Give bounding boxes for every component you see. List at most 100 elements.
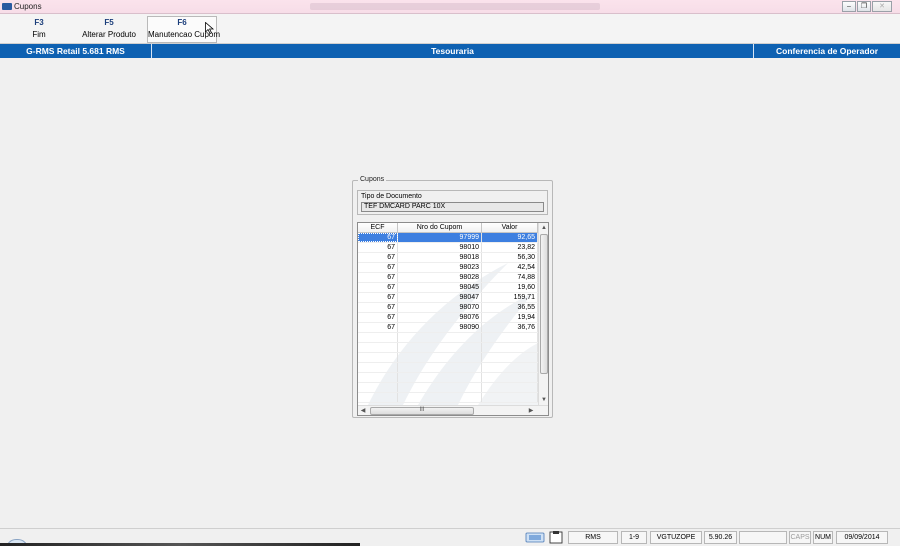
cell-nro-cupom <box>398 343 482 352</box>
table-row[interactable]: 67 97999 92,65 <box>358 233 538 243</box>
cell-nro-cupom <box>398 363 482 372</box>
table-row[interactable]: 67 98023 42,54 <box>358 263 538 273</box>
cell-ecf: 67 <box>358 283 398 292</box>
table-row-empty[interactable] <box>358 383 538 393</box>
module-header-bar: G-RMS Retail 5.681 RMS Tesouraria Confer… <box>0 44 900 58</box>
column-header-valor[interactable]: Valor <box>482 223 538 232</box>
cell-ecf: 67 <box>358 313 398 322</box>
fkey-key: F5 <box>104 18 114 27</box>
cell-valor: 36,76 <box>482 323 538 332</box>
cell-valor: 19,60 <box>482 283 538 292</box>
table-row[interactable]: 67 98028 74,88 <box>358 273 538 283</box>
table-row-empty[interactable] <box>358 333 538 343</box>
column-header-nro-cupom[interactable]: Nro do Cupom <box>398 223 482 232</box>
cell-nro-cupom: 98023 <box>398 263 482 272</box>
header-system-version: G-RMS Retail 5.681 RMS <box>26 46 125 56</box>
tipo-documento-field: TEF DMCARD PARC 10X <box>361 202 544 212</box>
cupons-groupbox: Cupons Tipo de Documento TEF DMCARD PARC… <box>352 176 553 418</box>
status-empty-panel <box>739 531 787 544</box>
status-system: RMS <box>568 531 618 544</box>
vertical-scrollbar[interactable]: ▲ ▼ <box>538 223 548 405</box>
mouse-cursor-icon <box>205 22 215 34</box>
table-row-empty[interactable] <box>358 373 538 383</box>
cell-valor <box>482 383 538 392</box>
table-row[interactable]: 67 98045 19,60 <box>358 283 538 293</box>
cell-nro-cupom <box>398 393 482 402</box>
fkey-key: F3 <box>34 18 44 27</box>
network-printer-icon <box>525 532 545 543</box>
status-num: NUM <box>813 531 833 544</box>
cell-valor: 19,94 <box>482 313 538 322</box>
table-row[interactable]: 67 98076 19,94 <box>358 313 538 323</box>
f5-alterar-produto-button[interactable]: F5 Alterar Produto <box>74 18 144 39</box>
scroll-right-icon[interactable]: ▶ <box>526 406 536 415</box>
cell-ecf: 67 <box>358 303 398 312</box>
titlebar-faint-text <box>310 3 600 10</box>
table-row[interactable]: 67 98090 36,76 <box>358 323 538 333</box>
cell-ecf <box>358 393 398 402</box>
cell-valor: 23,82 <box>482 243 538 252</box>
cell-valor: 74,88 <box>482 273 538 282</box>
scroll-left-icon[interactable]: ◀ <box>358 406 368 415</box>
table-row-empty[interactable] <box>358 363 538 373</box>
cell-nro-cupom <box>398 333 482 342</box>
tipo-documento-groupbox: Tipo de Documento TEF DMCARD PARC 10X <box>357 190 548 215</box>
cell-nro-cupom <box>398 353 482 362</box>
status-date: 09/09/2014 <box>836 531 888 544</box>
column-header-ecf[interactable]: ECF <box>358 223 398 232</box>
cell-nro-cupom <box>398 373 482 382</box>
maximize-button[interactable]: ❐ <box>857 1 871 12</box>
cell-valor <box>482 343 538 352</box>
cell-ecf: 67 <box>358 263 398 272</box>
cell-ecf <box>358 343 398 352</box>
cell-nro-cupom: 98010 <box>398 243 482 252</box>
cupons-grid[interactable]: ECF Nro do Cupom Valor 67 97999 92,65 67 980… <box>357 222 549 416</box>
cell-valor: 36,55 <box>482 303 538 312</box>
table-row-empty[interactable] <box>358 343 538 353</box>
close-button[interactable]: ✕ <box>872 1 892 12</box>
cell-ecf: 67 <box>358 323 398 332</box>
f3-fim-button[interactable]: F3 Fim <box>4 18 74 39</box>
cell-valor <box>482 353 538 362</box>
cell-valor: 92,65 <box>482 233 538 242</box>
status-range: 1-9 <box>621 531 647 544</box>
cell-nro-cupom: 98028 <box>398 273 482 282</box>
cell-ecf: 67 <box>358 253 398 262</box>
table-row-empty[interactable] <box>358 393 538 403</box>
function-key-toolbar: F3 Fim F5 Alterar Produto F6 Manutencao … <box>0 14 900 44</box>
cell-nro-cupom: 98047 <box>398 293 482 302</box>
scroll-down-icon[interactable]: ▼ <box>539 395 548 405</box>
minimize-button[interactable]: ‒ <box>842 1 856 12</box>
cell-valor: 159,71 <box>482 293 538 302</box>
cell-ecf: 67 <box>358 243 398 252</box>
cell-ecf <box>358 383 398 392</box>
header-module-title: Tesouraria <box>431 46 474 56</box>
horizontal-scrollbar[interactable]: ◀ III ▶ <box>358 405 548 415</box>
cell-valor <box>482 333 538 342</box>
table-row[interactable]: 67 98070 36,55 <box>358 303 538 313</box>
status-version: 5.90.26 <box>704 531 737 544</box>
table-row-empty[interactable] <box>358 353 538 363</box>
cell-nro-cupom: 98070 <box>398 303 482 312</box>
status-caps: CAPS <box>789 531 811 544</box>
table-row[interactable]: 67 98018 56,30 <box>358 253 538 263</box>
vertical-scroll-thumb[interactable] <box>540 234 548 374</box>
window-title: Cupons <box>14 2 42 11</box>
cell-ecf <box>358 363 398 372</box>
table-row[interactable]: 67 98010 23,82 <box>358 243 538 253</box>
status-user: VGTUZOPE <box>650 531 702 544</box>
grid-header: ECF Nro do Cupom Valor <box>358 223 538 233</box>
cell-valor <box>482 393 538 402</box>
cell-valor <box>482 373 538 382</box>
horizontal-scroll-thumb[interactable]: III <box>370 407 474 415</box>
cell-ecf: 67 <box>358 293 398 302</box>
cell-nro-cupom <box>398 383 482 392</box>
app-icon <box>2 3 12 10</box>
cell-valor: 42,54 <box>482 263 538 272</box>
scroll-up-icon[interactable]: ▲ <box>539 223 548 233</box>
cell-nro-cupom: 98045 <box>398 283 482 292</box>
cell-nro-cupom: 98090 <box>398 323 482 332</box>
table-row[interactable]: 67 98047 159,71 <box>358 293 538 303</box>
cell-valor <box>482 363 538 372</box>
header-screen-title: Conferencia de Operador <box>775 46 879 56</box>
